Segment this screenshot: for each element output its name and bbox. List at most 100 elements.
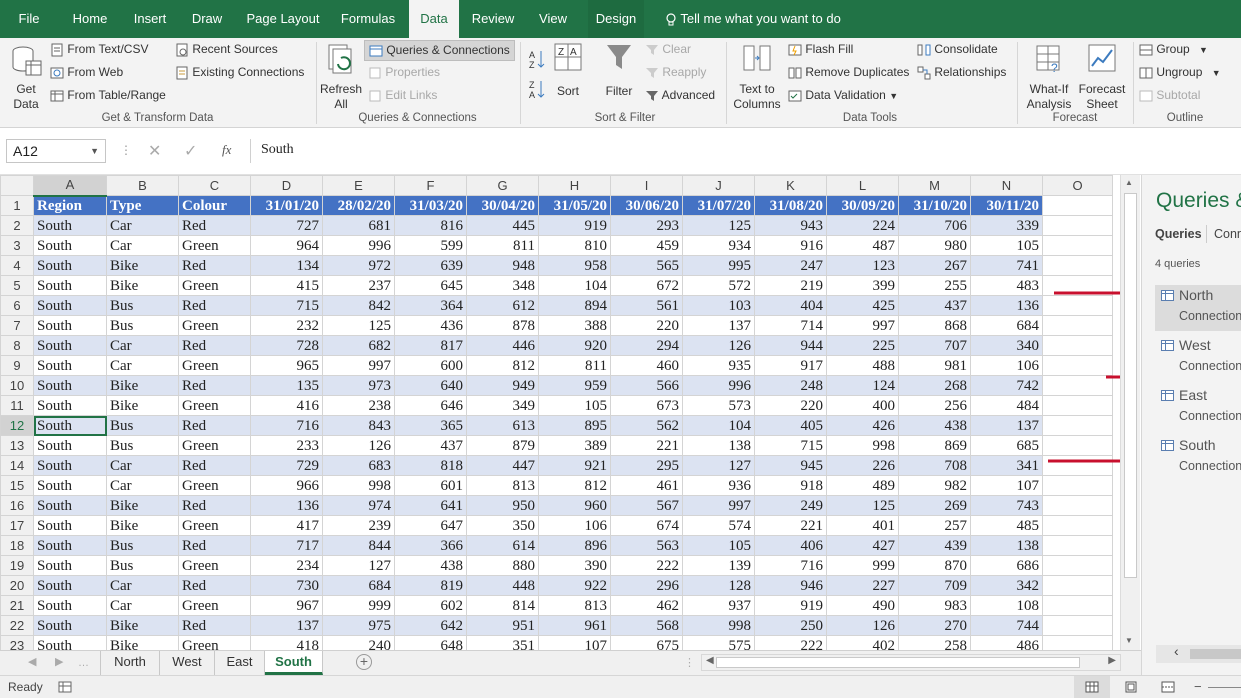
cell[interactable]: 612 xyxy=(466,295,539,316)
cell[interactable]: 935 xyxy=(682,355,755,376)
row-header[interactable]: 17 xyxy=(0,515,34,536)
cell[interactable]: 819 xyxy=(394,575,467,596)
cell[interactable]: 575 xyxy=(682,635,755,650)
cell[interactable]: 936 xyxy=(682,475,755,496)
cell[interactable]: 960 xyxy=(538,495,611,516)
cell[interactable]: Car xyxy=(106,235,179,256)
column-header-i[interactable]: I xyxy=(610,175,683,196)
cell[interactable]: 490 xyxy=(826,595,899,616)
cell[interactable]: 996 xyxy=(322,235,395,256)
cell[interactable]: Type xyxy=(106,195,179,216)
cell[interactable]: 136 xyxy=(970,295,1043,316)
refresh-all-button[interactable]: Refresh All xyxy=(320,42,362,112)
cell[interactable]: 138 xyxy=(970,535,1043,556)
cell[interactable]: 219 xyxy=(754,275,827,296)
cell[interactable]: 399 xyxy=(826,275,899,296)
cell[interactable]: 880 xyxy=(466,555,539,576)
select-all-corner[interactable] xyxy=(0,175,34,196)
cell[interactable]: 125 xyxy=(826,495,899,516)
cell[interactable]: 227 xyxy=(826,575,899,596)
subtotal-button[interactable]: Subtotal xyxy=(1139,88,1200,103)
row-header[interactable]: 2 xyxy=(0,215,34,236)
cell[interactable]: 995 xyxy=(682,255,755,276)
cell[interactable]: 436 xyxy=(394,315,467,336)
cell[interactable]: 406 xyxy=(754,535,827,556)
cell[interactable] xyxy=(1042,515,1113,536)
cell[interactable]: 459 xyxy=(610,235,683,256)
cell[interactable]: 221 xyxy=(754,515,827,536)
cell[interactable]: Bike xyxy=(106,515,179,536)
cell[interactable]: 126 xyxy=(826,615,899,636)
cell[interactable]: 425 xyxy=(826,295,899,316)
scroll-thumb[interactable] xyxy=(1124,193,1137,578)
cell[interactable]: 613 xyxy=(466,415,539,436)
cell[interactable]: South xyxy=(33,455,107,476)
cell[interactable]: 999 xyxy=(322,595,395,616)
row-header[interactable]: 12 xyxy=(0,415,34,436)
cell[interactable]: 404 xyxy=(754,295,827,316)
cell[interactable]: 486 xyxy=(970,635,1043,650)
cell[interactable]: Red xyxy=(178,535,251,556)
cell[interactable]: Bus xyxy=(106,535,179,556)
cell[interactable]: 340 xyxy=(970,335,1043,356)
cell[interactable]: 997 xyxy=(826,315,899,336)
cell[interactable]: South xyxy=(33,515,107,536)
cell[interactable]: 896 xyxy=(538,535,611,556)
what-if-button[interactable]: ? What-If Analysis xyxy=(1022,42,1076,112)
cell[interactable]: 741 xyxy=(970,255,1043,276)
cell[interactable]: 439 xyxy=(898,535,971,556)
row-header[interactable]: 14 xyxy=(0,455,34,476)
column-header-j[interactable]: J xyxy=(682,175,755,196)
insert-function-icon[interactable]: fx xyxy=(222,142,231,158)
cell[interactable]: 982 xyxy=(898,475,971,496)
cell[interactable]: Car xyxy=(106,575,179,596)
cell[interactable]: South xyxy=(33,495,107,516)
cell[interactable]: 222 xyxy=(610,555,683,576)
cell[interactable]: 366 xyxy=(394,535,467,556)
cell[interactable] xyxy=(1042,495,1113,516)
cell[interactable]: 239 xyxy=(322,515,395,536)
cell[interactable] xyxy=(1042,555,1113,576)
cell[interactable]: South xyxy=(33,215,107,236)
cell[interactable]: 641 xyxy=(394,495,467,516)
column-header-e[interactable]: E xyxy=(322,175,395,196)
cell[interactable]: Bike xyxy=(106,635,179,650)
cell[interactable]: South xyxy=(33,335,107,356)
recent-sources-button[interactable]: Recent Sources xyxy=(175,42,278,57)
cell[interactable] xyxy=(1042,215,1113,236)
cell[interactable]: 139 xyxy=(682,555,755,576)
cell[interactable]: 348 xyxy=(466,275,539,296)
cell[interactable]: 681 xyxy=(322,215,395,236)
tab-formulas[interactable]: Formulas xyxy=(336,0,400,38)
cell[interactable]: 895 xyxy=(538,415,611,436)
cell[interactable]: 107 xyxy=(970,475,1043,496)
cell[interactable] xyxy=(1042,475,1113,496)
cell[interactable]: South xyxy=(33,435,107,456)
cell[interactable]: 104 xyxy=(538,275,611,296)
scroll-next-sheet-icon[interactable]: ▶ xyxy=(55,655,63,668)
cell[interactable]: 103 xyxy=(682,295,755,316)
cell[interactable] xyxy=(1042,535,1113,556)
column-header-a[interactable]: A xyxy=(33,175,107,197)
cell[interactable]: 415 xyxy=(250,275,323,296)
cell[interactable]: 124 xyxy=(826,375,899,396)
cell[interactable]: 250 xyxy=(754,615,827,636)
cell[interactable]: 965 xyxy=(250,355,323,376)
cell[interactable]: 961 xyxy=(538,615,611,636)
cell[interactable]: South xyxy=(33,375,107,396)
remove-duplicates-button[interactable]: Remove Duplicates xyxy=(788,65,909,80)
cell[interactable]: Bus xyxy=(106,555,179,576)
cell[interactable]: Bike xyxy=(106,615,179,636)
cell[interactable]: 998 xyxy=(682,615,755,636)
cell[interactable]: 268 xyxy=(898,375,971,396)
cell[interactable]: Bus xyxy=(106,315,179,336)
cell[interactable] xyxy=(1042,575,1113,596)
chevron-left-icon[interactable]: ‹ xyxy=(1174,643,1179,659)
cell[interactable]: 572 xyxy=(682,275,755,296)
row-header[interactable]: 1 xyxy=(0,195,34,216)
cell[interactable] xyxy=(1042,235,1113,256)
page-layout-view-icon[interactable] xyxy=(1124,681,1138,693)
pane-tab-connections[interactable]: Conn xyxy=(1214,227,1241,241)
cell[interactable]: 730 xyxy=(250,575,323,596)
cell[interactable]: 563 xyxy=(610,535,683,556)
